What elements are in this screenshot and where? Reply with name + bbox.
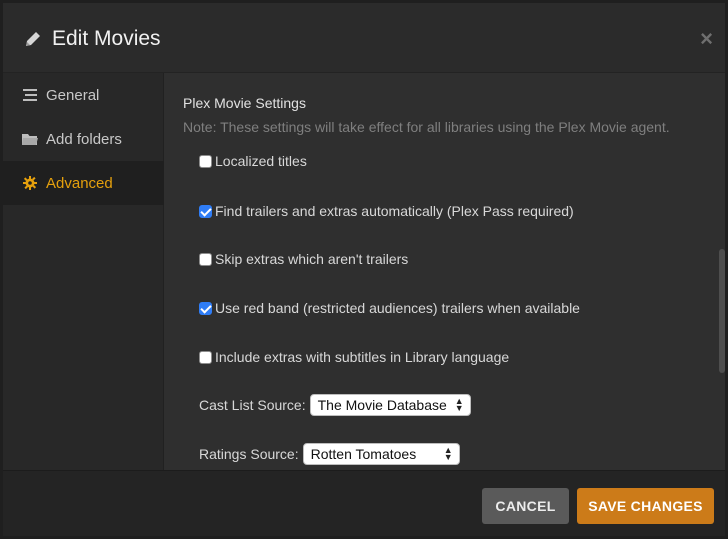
settings-content: Plex Movie Settings Note: These settings… bbox=[164, 73, 725, 470]
save-changes-button[interactable]: SAVE CHANGES bbox=[577, 488, 714, 524]
find-trailers-checkbox[interactable] bbox=[199, 204, 212, 218]
sidebar-item-add-folders[interactable]: Add folders bbox=[3, 117, 164, 161]
select-arrows-icon: ▲ ▼ bbox=[454, 396, 464, 413]
settings-note: Note: These settings will take effect fo… bbox=[183, 119, 670, 135]
option-find-trailers[interactable]: Find trailers and extras automatically (… bbox=[199, 203, 574, 219]
ratings-source-select[interactable]: Rotten Tomatoes ▲ ▼ bbox=[302, 443, 460, 465]
option-label: Localized titles bbox=[215, 153, 307, 169]
red-band-trailers-checkbox[interactable] bbox=[199, 301, 212, 315]
cast-list-source-label: Cast List Source: bbox=[199, 397, 306, 413]
pencil-icon bbox=[26, 32, 40, 46]
extras-subtitles-checkbox[interactable] bbox=[199, 350, 212, 364]
option-red-band-trailers[interactable]: Use red band (restricted audiences) trai… bbox=[199, 300, 580, 316]
option-label: Skip extras which aren't trailers bbox=[215, 251, 409, 267]
localized-titles-checkbox[interactable] bbox=[199, 154, 212, 168]
option-label: Use red band (restricted audiences) trai… bbox=[215, 300, 580, 316]
dialog-header: Edit Movies × bbox=[3, 3, 725, 73]
dialog-footer: CANCEL SAVE CHANGES bbox=[3, 470, 725, 536]
dialog-title: Edit Movies bbox=[52, 27, 161, 50]
option-label: Include extras with subtitles in Library… bbox=[215, 349, 510, 365]
settings-sidebar: General Add folders Advanced bbox=[3, 73, 164, 470]
close-icon[interactable]: × bbox=[700, 25, 713, 53]
edit-movies-dialog: Edit Movies × General Add folders Advanc… bbox=[3, 3, 725, 536]
select-value: The Movie Database bbox=[317, 397, 447, 413]
folder-icon bbox=[22, 131, 38, 147]
ratings-source-field: Ratings Source: Rotten Tomatoes ▲ ▼ bbox=[199, 443, 460, 465]
sidebar-item-label: General bbox=[46, 86, 100, 104]
option-skip-extras[interactable]: Skip extras which aren't trailers bbox=[199, 251, 408, 267]
ratings-source-label: Ratings Source: bbox=[199, 446, 299, 462]
select-arrows-icon: ▲ ▼ bbox=[443, 445, 453, 462]
sidebar-item-label: Add folders bbox=[46, 130, 122, 148]
skip-extras-checkbox[interactable] bbox=[199, 252, 212, 266]
scrollbar[interactable] bbox=[719, 249, 725, 373]
option-extras-subtitles[interactable]: Include extras with subtitles in Library… bbox=[199, 349, 509, 365]
gear-icon bbox=[22, 175, 38, 191]
option-localized-titles[interactable]: Localized titles bbox=[199, 153, 307, 169]
cancel-button[interactable]: CANCEL bbox=[482, 488, 569, 524]
sidebar-item-general[interactable]: General bbox=[3, 73, 164, 117]
cast-list-source-select[interactable]: The Movie Database ▲ ▼ bbox=[309, 394, 471, 416]
sidebar-item-advanced[interactable]: Advanced bbox=[3, 161, 164, 205]
list-icon bbox=[22, 87, 38, 103]
section-title: Plex Movie Settings bbox=[183, 95, 306, 111]
cast-list-source-field: Cast List Source: The Movie Database ▲ ▼ bbox=[199, 394, 471, 416]
option-label: Find trailers and extras automatically (… bbox=[215, 203, 574, 219]
sidebar-item-label: Advanced bbox=[46, 174, 113, 192]
select-value: Rotten Tomatoes bbox=[310, 446, 417, 462]
